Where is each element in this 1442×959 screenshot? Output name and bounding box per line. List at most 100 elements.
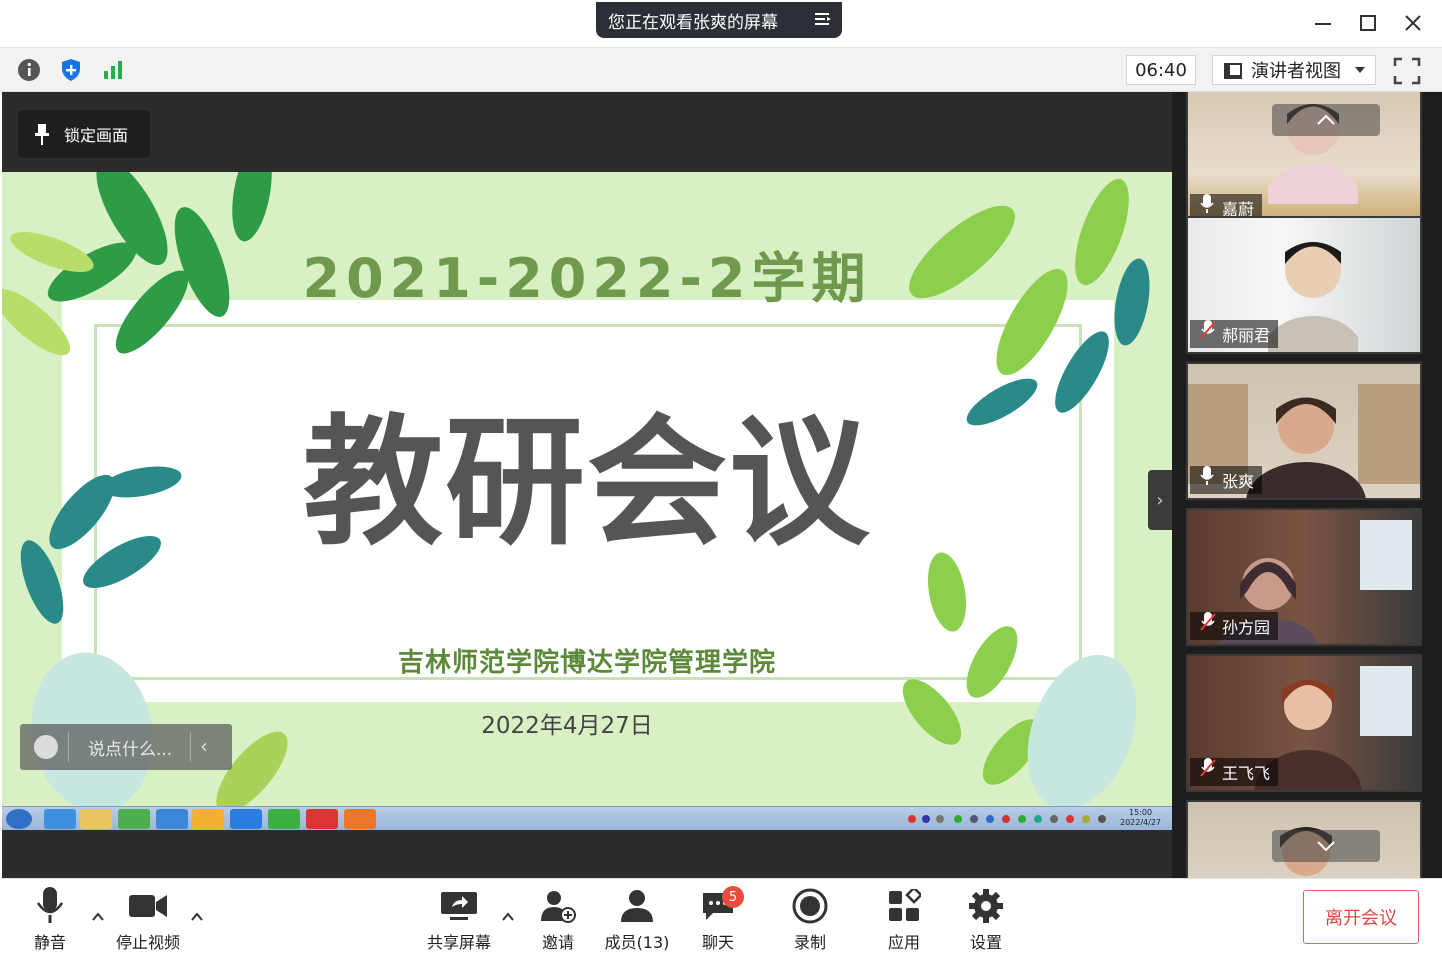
participant-name-tag: 王飞飞	[1190, 758, 1279, 786]
stop-video-label: 停止视频	[115, 933, 180, 952]
participant-name-tag: 孙方园	[1190, 612, 1279, 640]
maximize-button[interactable]	[1353, 8, 1383, 38]
taskbar-date: 2022/4/27	[1120, 818, 1162, 827]
view-mode-select[interactable]: 演讲者视图	[1212, 55, 1376, 85]
participant-name: 王飞飞	[1222, 764, 1271, 783]
divider	[190, 732, 191, 762]
shield-icon	[62, 59, 80, 81]
participant-name: 孙方园	[1222, 618, 1271, 637]
mute-label: 静音	[33, 933, 66, 952]
app-icon	[192, 809, 224, 829]
taskbar-clock: 15:00 2022/4/27	[1120, 808, 1161, 828]
scroll-down-button[interactable]	[1272, 830, 1380, 862]
lock-view-label: 锁定画面	[64, 126, 129, 145]
mic-muted-icon	[1200, 320, 1216, 339]
remote-taskbar: 15:00 2022/4/27	[2, 806, 1172, 830]
folder-icon	[80, 809, 112, 829]
invite-button[interactable]: 邀请	[536, 887, 580, 953]
comment-input[interactable]: 说点什么... ‹	[20, 724, 232, 770]
media-icon	[344, 809, 376, 829]
title-bar: 您正在观看张爽的屏幕	[0, 0, 1442, 48]
comment-placeholder: 说点什么...	[88, 739, 173, 760]
signal-bars-icon	[104, 61, 122, 79]
close-button[interactable]	[1398, 8, 1428, 38]
participants-label: 成员(13)	[604, 933, 670, 952]
video-camera-icon	[129, 895, 167, 917]
security-button[interactable]	[57, 56, 85, 84]
record-label: 录制	[793, 933, 826, 952]
settings-button[interactable]: 设置	[966, 887, 1006, 953]
chat-label: 聊天	[701, 933, 734, 952]
participant-name: 郝丽君	[1222, 326, 1271, 345]
info-icon	[18, 59, 40, 81]
meeting-window: 您正在观看张爽的屏幕 06:40 演讲者视图 锁定画面 2021-2022-2学…	[0, 0, 1442, 959]
slide-title: 教研会议	[302, 402, 871, 565]
share-screen-icon	[441, 892, 477, 920]
chevron-right-icon: ›	[1156, 489, 1164, 511]
mute-button[interactable]: 静音	[26, 887, 74, 953]
slide-term: 2021-2022-2学期	[302, 247, 872, 310]
close-icon	[1405, 15, 1421, 31]
participant-gallery: 嘉蔚 郝丽君 张爽 孙方园 王飞飞	[1172, 92, 1442, 878]
minimize-icon	[1315, 23, 1331, 25]
participant-name-tag: 郝丽君	[1190, 320, 1279, 348]
microphone-icon	[37, 887, 63, 923]
meeting-timer: 06:40	[1126, 55, 1196, 85]
lock-view-button[interactable]: 锁定画面	[18, 110, 150, 158]
participant-name-tag: 张爽	[1190, 466, 1263, 494]
view-mode-label: 演讲者视图	[1251, 61, 1341, 82]
leave-meeting-button[interactable]: 离开会议	[1303, 890, 1419, 944]
start-button-icon	[6, 809, 32, 829]
video-options-caret-icon[interactable]	[189, 909, 205, 925]
meeting-info-button[interactable]	[15, 56, 43, 84]
collapse-comment-icon[interactable]: ‹	[200, 734, 208, 758]
share-screen-button[interactable]: 共享屏幕	[424, 887, 494, 953]
participant-name: 张爽	[1222, 472, 1255, 491]
share-screen-label: 共享屏幕	[426, 933, 491, 952]
share-banner-text: 您正在观看张爽的屏幕	[608, 12, 778, 33]
meeting-controls: 静音 停止视频 共享屏幕 邀请 成员(13) 聊天 录制 应用 设置	[0, 878, 1442, 959]
apps-button[interactable]: 应用	[884, 887, 924, 953]
browser-icon	[44, 809, 76, 829]
record-icon	[792, 888, 828, 924]
minimize-button[interactable]	[1308, 8, 1338, 38]
gear-icon	[969, 889, 1003, 923]
maximize-icon	[1360, 15, 1376, 31]
mic-muted-icon	[1200, 612, 1216, 631]
speaker-view-icon	[1224, 63, 1242, 79]
invite-label: 邀请	[541, 933, 574, 952]
participant-tile[interactable]: 孙方园	[1186, 508, 1422, 646]
mic-icon	[1200, 466, 1214, 485]
share-banner[interactable]: 您正在观看张爽的屏幕	[596, 2, 842, 38]
participant-tile[interactable]: 嘉蔚	[1186, 92, 1422, 228]
participant-tile[interactable]	[1186, 800, 1422, 878]
fullscreen-icon[interactable]	[1392, 56, 1422, 86]
participant-tile[interactable]: 张爽	[1186, 362, 1422, 500]
banner-menu-icon[interactable]	[814, 11, 832, 27]
audio-options-caret-icon[interactable]	[90, 909, 106, 925]
apps-grid-icon	[889, 889, 921, 921]
network-status-button[interactable]	[99, 56, 127, 84]
toggle-gallery-button[interactable]: ›	[1148, 470, 1172, 530]
chevron-up-icon	[1317, 114, 1335, 125]
participants-button[interactable]: 成员(13)	[604, 887, 670, 953]
presentation-slide: 2021-2022-2学期 教研会议 吉林师范学院博达学院管理学院 2022年4…	[2, 172, 1172, 806]
participant-tile[interactable]: 王飞飞	[1186, 654, 1422, 792]
participant-video	[1268, 242, 1358, 352]
taskbar-time: 15:00	[1128, 808, 1153, 817]
wps-icon	[306, 809, 338, 829]
scroll-up-button[interactable]	[1272, 104, 1380, 136]
record-button[interactable]: 录制	[790, 887, 830, 953]
emoji-icon[interactable]	[34, 735, 58, 759]
share-options-caret-icon[interactable]	[500, 909, 516, 925]
mic-muted-icon	[1200, 758, 1216, 777]
tray-icons	[908, 815, 1106, 823]
app-icon	[230, 809, 262, 829]
add-person-icon	[541, 891, 576, 923]
stop-video-button[interactable]: 停止视频	[112, 887, 184, 953]
shared-screen: 锁定画面 2021-2022-2学期 教研会议 吉林师范学院博达学院管理学院 2…	[2, 92, 1172, 878]
mic-icon	[1200, 194, 1214, 213]
app-icon	[156, 809, 188, 829]
participant-tile[interactable]: 郝丽君	[1186, 216, 1422, 354]
system-tray	[898, 809, 1128, 829]
